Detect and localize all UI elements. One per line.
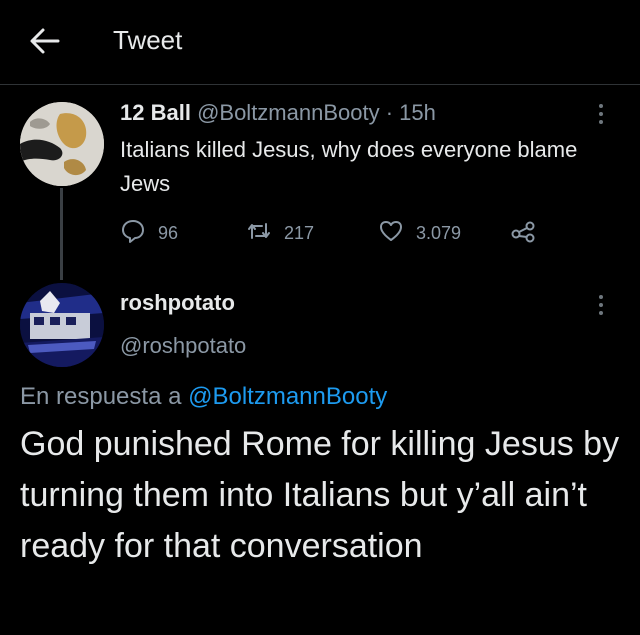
tweet-header: 12 Ball @BoltzmannBooty · 15h xyxy=(120,100,436,126)
heart-icon xyxy=(378,218,404,249)
user-handle[interactable]: @BoltzmannBooty xyxy=(197,100,380,125)
meta-separator: · xyxy=(385,100,394,125)
back-arrow-icon[interactable] xyxy=(28,26,62,56)
thread-connector-line xyxy=(60,188,63,280)
share-icon xyxy=(510,218,536,249)
share-button[interactable] xyxy=(510,218,536,249)
like-button[interactable]: 3.079 xyxy=(378,218,461,249)
reply-count: 96 xyxy=(158,223,179,243)
retweet-button[interactable]: 217 xyxy=(246,218,314,249)
user-handle[interactable]: @roshpotato xyxy=(120,333,246,359)
reply-mention-link[interactable]: @BoltzmannBooty xyxy=(188,383,387,410)
header-divider xyxy=(0,84,640,85)
avatar[interactable] xyxy=(20,283,104,367)
display-name[interactable]: 12 Ball xyxy=(120,100,191,125)
reply-icon xyxy=(120,218,146,249)
more-options-icon[interactable] xyxy=(598,295,604,315)
tweet-text: God punished Rome for killing Jesus by t… xyxy=(20,425,620,565)
reply-prefix: En respuesta a xyxy=(20,383,182,410)
replying-to: En respuesta a @BoltzmannBooty xyxy=(20,383,387,411)
tweet-text: Italians killed Jesus, why does everyone… xyxy=(120,137,578,196)
tweet-actions: 96 217 3.079 xyxy=(120,218,580,246)
page-title: Tweet xyxy=(113,25,183,55)
display-name[interactable]: roshpotato xyxy=(120,290,235,316)
retweet-icon xyxy=(246,218,272,249)
tweet-timestamp[interactable]: 15h xyxy=(399,100,436,125)
avatar[interactable] xyxy=(20,102,104,186)
more-options-icon[interactable] xyxy=(598,104,604,124)
retweet-count: 217 xyxy=(284,223,315,243)
reply-button[interactable]: 96 xyxy=(120,218,178,249)
like-count: 3.079 xyxy=(416,223,462,243)
